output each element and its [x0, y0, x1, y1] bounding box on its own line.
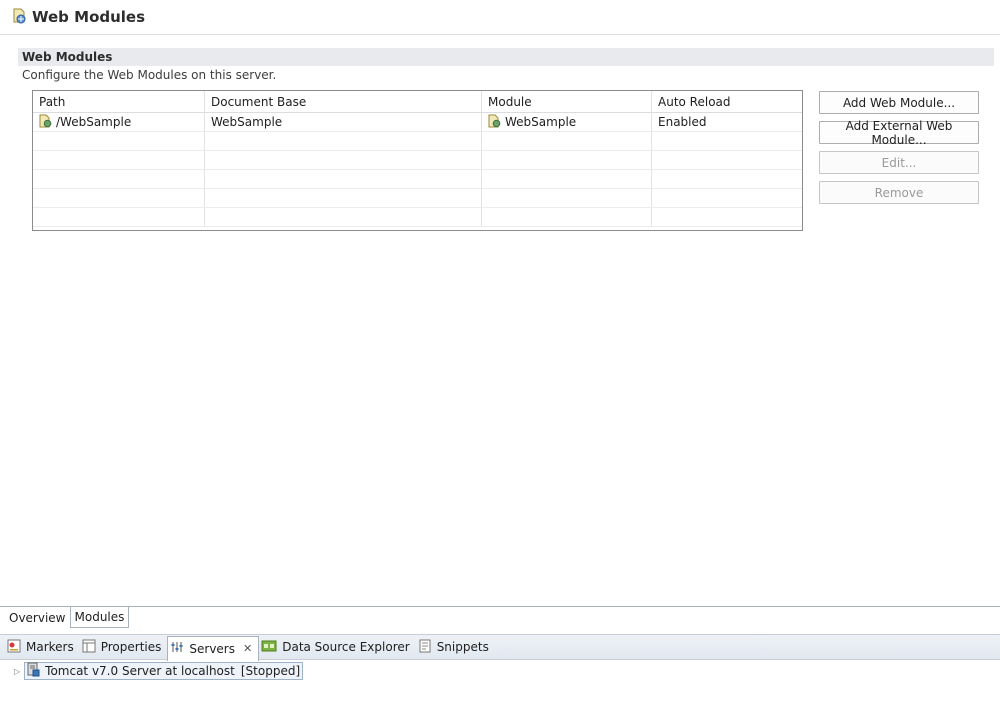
section-description: Configure the Web Modules on this server…: [22, 68, 277, 82]
cell-module: WebSample: [482, 113, 652, 131]
server-module-icon: [12, 8, 26, 27]
properties-icon: [82, 639, 96, 656]
tab-snippets-label: Snippets: [436, 640, 489, 654]
close-icon[interactable]: ✕: [243, 642, 252, 655]
server-state: [Stopped]: [240, 664, 301, 678]
table-row[interactable]: /WebSample WebSample WebSample Enabled: [33, 113, 802, 132]
tab-snippets[interactable]: Snippets: [416, 635, 495, 659]
cell-module-text: WebSample: [505, 115, 577, 129]
tab-data-source-explorer-label: Data Source Explorer: [282, 640, 410, 654]
cell-document-base: WebSample: [205, 113, 482, 131]
tab-servers-label: Servers: [189, 641, 235, 656]
table-row-empty: [33, 170, 802, 189]
web-module-icon: [39, 114, 52, 131]
column-header-path[interactable]: Path: [33, 91, 205, 112]
tab-properties-label: Properties: [100, 640, 162, 654]
tab-properties[interactable]: Properties: [80, 635, 168, 659]
page-title: Web Modules: [0, 0, 1000, 35]
table-row-empty: [33, 208, 802, 227]
add-external-web-module-button[interactable]: Add External Web Module...: [819, 119, 979, 147]
data-source-icon: [261, 639, 277, 656]
tab-data-source-explorer[interactable]: Data Source Explorer: [259, 635, 415, 659]
table-row-empty: [33, 151, 802, 170]
page-title-text: Web Modules: [32, 8, 146, 26]
web-modules-section: Web Modules Configure the Web Modules on…: [18, 48, 994, 82]
column-header-module[interactable]: Module: [482, 91, 652, 112]
section-title: Web Modules: [18, 48, 994, 66]
tab-markers[interactable]: Markers: [5, 635, 80, 659]
web-modules-table[interactable]: Path Document Base Module Auto Reload /W…: [32, 90, 803, 231]
table-row-empty: [33, 132, 802, 151]
tab-markers-label: Markers: [26, 640, 74, 654]
column-header-document-base[interactable]: Document Base: [205, 91, 482, 112]
snippets-icon: [418, 639, 432, 656]
edit-button[interactable]: Edit...: [819, 151, 979, 174]
cell-auto-reload: Enabled: [658, 115, 707, 129]
column-header-auto-reload[interactable]: Auto Reload: [652, 91, 802, 112]
expand-arrow-icon[interactable]: ▷: [14, 667, 20, 676]
editor-tabs: Overview Modules: [0, 606, 1000, 628]
tab-modules[interactable]: Modules: [69, 607, 130, 628]
add-web-module-button[interactable]: Add Web Module...: [819, 91, 979, 114]
cell-path: /WebSample: [33, 113, 205, 131]
web-module-icon: [488, 114, 501, 131]
server-tree-item[interactable]: ▷ Tomcat v7.0 Server at localhost [Stopp…: [14, 662, 304, 680]
tomcat-server-icon: [27, 662, 40, 680]
server-name: Tomcat v7.0 Server at localhost: [45, 664, 235, 678]
table-header-row: Path Document Base Module Auto Reload: [33, 91, 802, 113]
tab-overview[interactable]: Overview: [5, 607, 70, 628]
table-row-empty: [33, 189, 802, 208]
servers-icon: [170, 640, 184, 657]
cell-path-text: /WebSample: [56, 115, 132, 129]
markers-icon: [7, 639, 21, 656]
view-tab-bar: Markers Properties Servers ✕ Data Source…: [0, 634, 1000, 661]
tab-servers[interactable]: Servers ✕: [167, 635, 260, 661]
server-label[interactable]: Tomcat v7.0 Server at localhost [Stopped…: [24, 662, 304, 680]
remove-button[interactable]: Remove: [819, 181, 979, 204]
